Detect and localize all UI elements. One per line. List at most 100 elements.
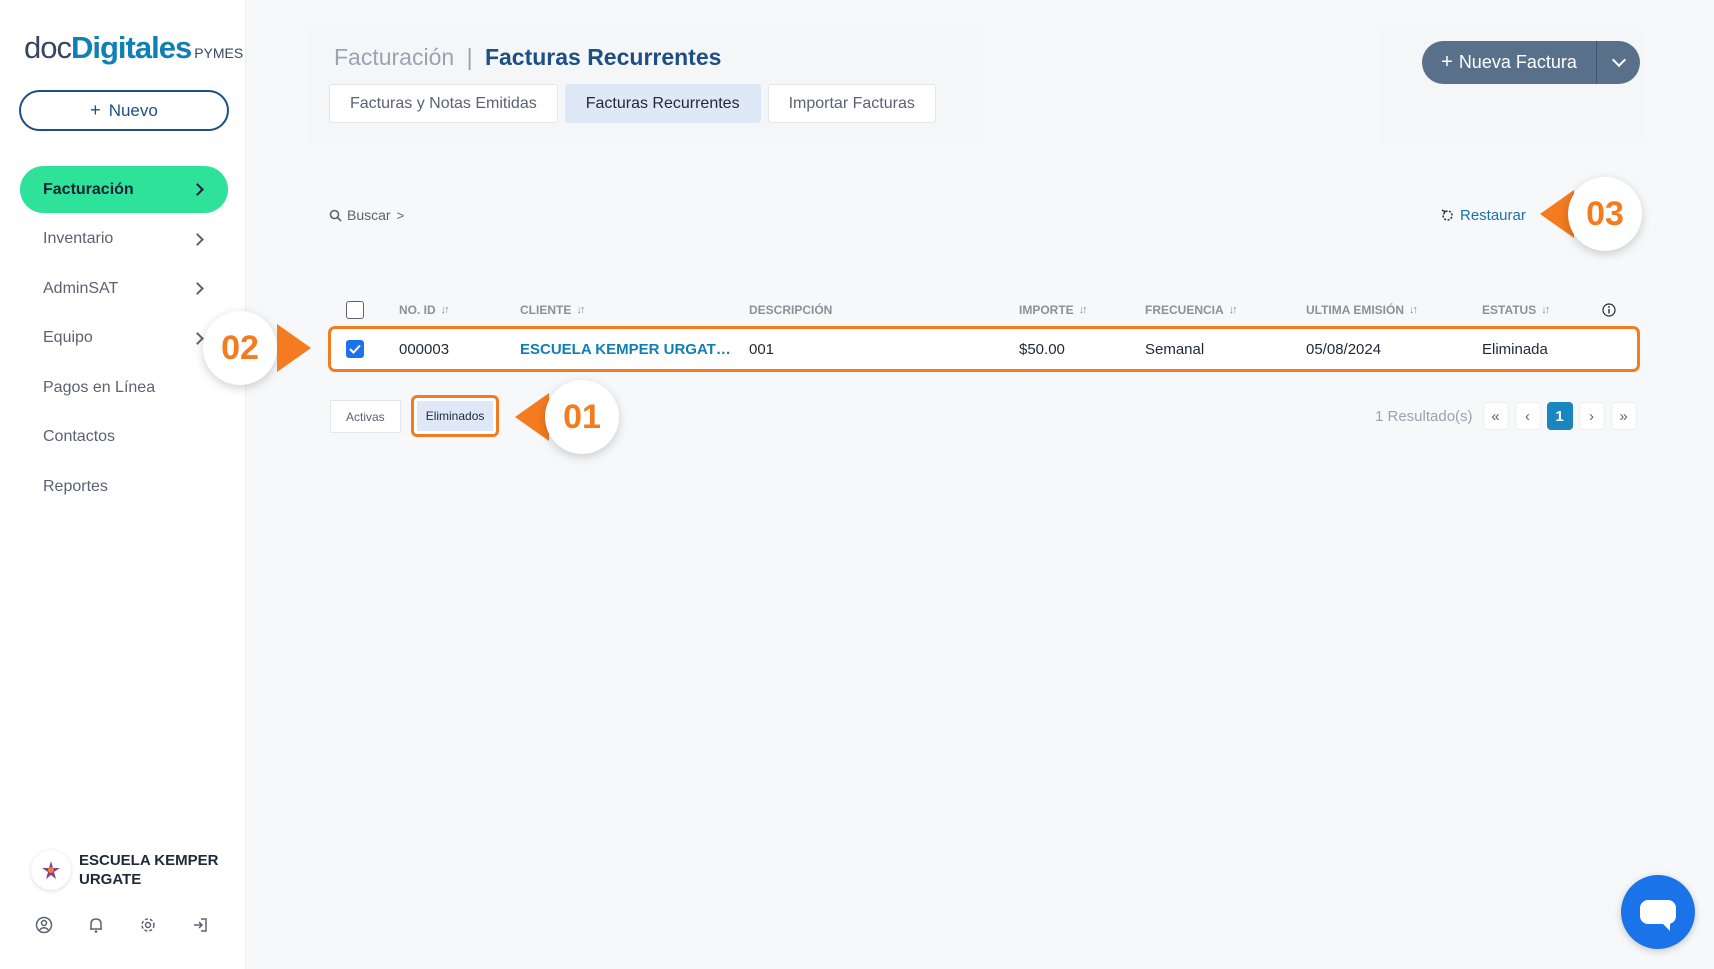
sidebar-item-label: AdminSAT	[43, 279, 119, 297]
column-label: FRECUENCIA	[1145, 303, 1224, 317]
next-page-button[interactable]: ›	[1578, 402, 1605, 430]
callout-arrow-02	[277, 324, 311, 372]
logout-icon[interactable]	[190, 915, 210, 935]
cell-importe: $50.00	[1019, 340, 1065, 358]
sort-icon: ↓↑	[1228, 304, 1238, 316]
sidebar-item-equipo[interactable]: Equipo	[20, 315, 228, 362]
sidebar-item-label: Facturación	[43, 180, 134, 198]
nueva-factura-button-group: + Nueva Factura	[1422, 41, 1640, 84]
sort-icon: ↓↑	[576, 304, 585, 316]
breadcrumb-section[interactable]: Facturación	[334, 44, 454, 70]
column-header-id[interactable]: NO. ID ↓↑	[399, 296, 450, 324]
chevron-right-icon	[191, 331, 204, 345]
account-name: ESCUELA KEMPER URGATE	[79, 852, 219, 888]
sidebar-item-pagos[interactable]: Pagos en Línea	[20, 364, 228, 411]
row-select-cell	[346, 329, 364, 369]
bell-icon[interactable]	[86, 915, 106, 935]
column-label: ULTIMA EMISIÓN	[1306, 303, 1404, 317]
column-header-ultima-emision[interactable]: ULTIMA EMISIÓN ↓↑	[1306, 296, 1418, 324]
sort-icon: ↓↑	[1409, 304, 1418, 316]
callout-03: 03	[1568, 177, 1642, 251]
plus-icon: +	[1441, 51, 1453, 73]
callout-arrow-01	[515, 393, 549, 441]
nueva-factura-dropdown[interactable]	[1596, 41, 1640, 84]
logo[interactable]: doc Digitales PYMES	[24, 30, 243, 66]
sidebar-item-facturacion[interactable]: Facturación	[20, 166, 228, 213]
breadcrumb-separator: |	[466, 44, 473, 70]
column-header-cliente[interactable]: CLIENTE ↓↑	[520, 296, 585, 324]
sidebar-item-label: Pagos en Línea	[43, 378, 156, 396]
sidebar-nav: Facturación Inventario AdminSAT Equipo P…	[20, 166, 228, 513]
column-header-frecuencia[interactable]: FRECUENCIA ↓↑	[1145, 296, 1238, 324]
restore-icon	[1441, 209, 1453, 221]
table-row[interactable]: 000003 ESCUELA KEMPER URGAT… 001 $50.00 …	[328, 326, 1640, 372]
page-title: Facturación | Facturas Recurrentes	[334, 44, 721, 71]
column-label: DESCRIPCIÓN	[749, 303, 833, 317]
prev-page-button[interactable]: ‹	[1514, 402, 1541, 430]
bottom-icons	[34, 915, 210, 935]
chat-icon	[1640, 900, 1676, 931]
info-icon[interactable]	[1602, 296, 1616, 324]
column-label: NO. ID	[399, 303, 436, 317]
tab-facturas-recurrentes[interactable]: Facturas Recurrentes	[564, 84, 761, 123]
column-header-descripcion: DESCRIPCIÓN	[749, 296, 832, 324]
nueva-factura-button[interactable]: + Nueva Factura	[1422, 41, 1596, 84]
account-info[interactable]: ESCUELA KEMPER URGATE	[31, 850, 229, 890]
nueva-factura-label: Nueva Factura	[1458, 52, 1577, 72]
last-page-button[interactable]: »	[1610, 402, 1637, 430]
sidebar-item-label: Contactos	[43, 428, 116, 445]
sidebar-item-label: Reportes	[43, 477, 108, 495]
sort-icon: ↓↑	[440, 304, 450, 316]
column-header-estatus[interactable]: ESTATUS ↓↑	[1482, 296, 1550, 324]
user-icon[interactable]	[34, 915, 54, 935]
restore-label: Restaurar	[1460, 207, 1526, 224]
page-number-button[interactable]: 1	[1546, 402, 1573, 430]
sidebar-item-reportes[interactable]: Reportes	[20, 463, 228, 510]
checkmark-icon	[349, 344, 361, 354]
logo-text-digitales: Digitales	[70, 30, 192, 65]
restore-button[interactable]: Restaurar	[1440, 207, 1526, 224]
row-checkbox[interactable]	[346, 340, 364, 358]
search-icon	[329, 209, 342, 222]
chevron-right-icon: >	[396, 207, 405, 223]
select-all-checkbox[interactable]	[346, 301, 364, 319]
filter-eliminados-button[interactable]: Eliminados	[410, 395, 500, 437]
chevron-right-icon	[191, 232, 204, 246]
callout-02: 02	[203, 311, 277, 385]
plus-icon: +	[90, 100, 101, 120]
callout-01: 01	[545, 380, 619, 454]
sort-icon: ↓↑	[1078, 304, 1088, 316]
column-label: ESTATUS	[1482, 303, 1537, 317]
results-count: 1 Resultado(s)	[1375, 407, 1473, 425]
column-label: IMPORTE	[1019, 303, 1074, 317]
tabs: Facturas y Notas Emitidas Facturas Recur…	[329, 84, 936, 123]
cell-id: 000003	[399, 340, 450, 358]
avatar	[31, 850, 71, 890]
sidebar-item-adminsat[interactable]: AdminSAT	[20, 265, 228, 312]
sort-icon: ↓↑	[1541, 304, 1550, 316]
sidebar: doc Digitales PYMES + Nuevo Facturación …	[0, 0, 246, 969]
chat-button[interactable]	[1621, 875, 1695, 949]
status-filter: Activas Eliminados	[330, 395, 500, 437]
column-header-importe[interactable]: IMPORTE ↓↑	[1019, 296, 1088, 324]
filter-activas-button[interactable]: Activas	[330, 400, 401, 433]
column-label: CLIENTE	[520, 303, 572, 317]
cell-ultima-emision: 05/08/2024	[1306, 340, 1382, 358]
cell-frecuencia: Semanal	[1145, 340, 1205, 358]
school-logo-icon	[42, 861, 60, 879]
first-page-button[interactable]: «	[1482, 402, 1509, 430]
sidebar-item-contactos[interactable]: Contactos	[20, 414, 228, 461]
sidebar-item-inventario[interactable]: Inventario	[20, 216, 228, 263]
new-button-label: Nuevo	[108, 100, 158, 120]
select-all-cell	[346, 296, 364, 324]
breadcrumb-current: Facturas Recurrentes	[484, 44, 722, 70]
cell-descripcion: 001	[749, 340, 775, 358]
new-button[interactable]: + Nuevo	[19, 90, 229, 131]
cell-cliente-link[interactable]: ESCUELA KEMPER URGAT…	[520, 329, 731, 369]
chevron-down-icon	[1611, 52, 1626, 68]
tab-importar-facturas[interactable]: Importar Facturas	[767, 84, 936, 123]
cell-estatus: Eliminada	[1482, 340, 1548, 358]
gear-icon[interactable]	[138, 915, 158, 935]
tab-facturas-emitidas[interactable]: Facturas y Notas Emitidas	[329, 84, 558, 123]
search-toggle[interactable]: Buscar >	[329, 207, 404, 223]
